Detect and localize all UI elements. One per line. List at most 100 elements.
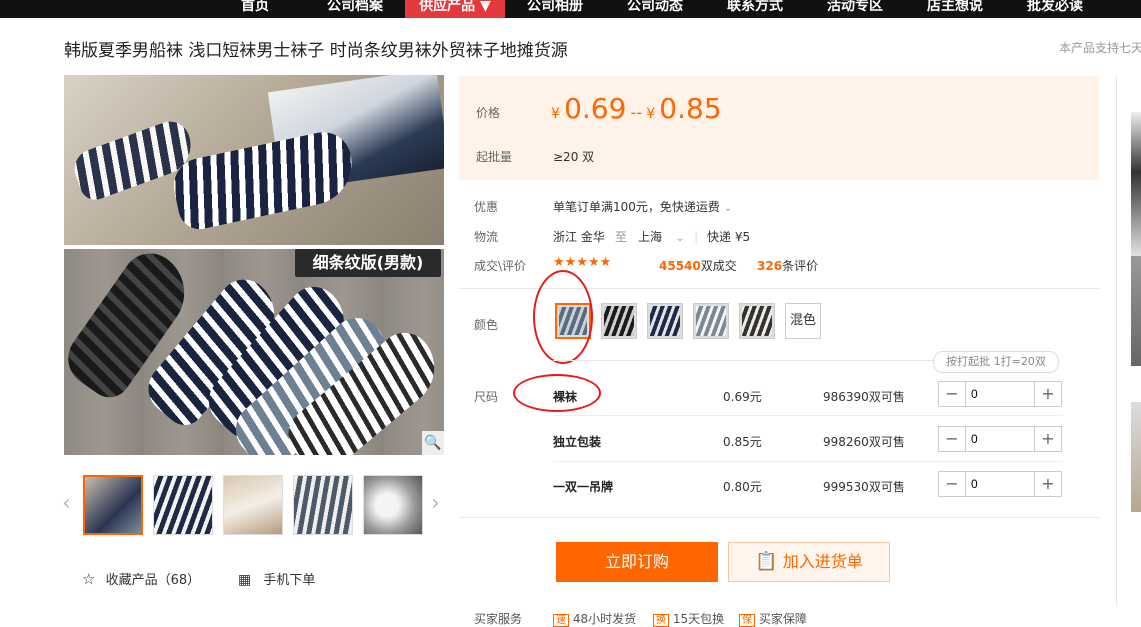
quantity-stepper[interactable]: − + — [938, 471, 1062, 497]
nav-products[interactable]: 供应产品 ▼ — [405, 0, 505, 18]
chevron-down-icon: ⌄ — [675, 233, 685, 244]
nav-promotions[interactable]: 活动专区 — [818, 0, 892, 18]
product-title: 韩版夏季男船袜 浅口短袜男士袜子 时尚条纹男袜外贸袜子地摊货源 — [64, 41, 568, 61]
thumbnail[interactable] — [153, 475, 213, 535]
moq-label: 起批量 — [476, 150, 513, 164]
recommend-thumbnail[interactable] — [1131, 112, 1141, 262]
promo-text: 单笔订单满100元，免快递运费 — [553, 200, 720, 214]
reviews-count: 326 — [757, 259, 783, 273]
rating-stars: ★★★★★ — [553, 255, 612, 270]
size-label: 尺码 — [474, 390, 499, 404]
thumbnail[interactable] — [83, 475, 143, 535]
quantity-input[interactable] — [967, 384, 1043, 404]
main-product-image[interactable]: 细条纹版(男款) 🔍 — [64, 75, 444, 455]
price-separator: -- — [630, 103, 643, 122]
size-name: 一双一吊牌 — [553, 480, 614, 494]
thumbnail[interactable] — [293, 475, 353, 535]
currency-symbol: ¥ — [551, 106, 560, 122]
thumb-next-icon[interactable]: › — [431, 491, 440, 516]
support-notice: 本产品支持七天 — [1059, 41, 1141, 55]
quantity-stepper[interactable]: − + — [938, 381, 1062, 407]
quantity-stepper[interactable]: − + — [938, 426, 1062, 452]
nav-company-profile[interactable]: 公司档案 — [318, 0, 392, 18]
shipping-method: 快递 ¥5 — [707, 230, 751, 244]
recommend-thumbnail[interactable] — [1131, 402, 1141, 512]
minus-button[interactable]: − — [939, 472, 966, 496]
clipboard-icon: 📋 — [755, 551, 778, 572]
nav-company-news[interactable]: 公司动态 — [618, 0, 692, 18]
reviews-link[interactable]: 326条评价 — [757, 257, 818, 274]
deals-label: 成交\评价 — [474, 259, 527, 273]
recommend-thumbnail[interactable] — [1131, 256, 1141, 366]
favorite-link[interactable]: ☆ 收藏产品（68） — [82, 569, 200, 588]
color-swatch[interactable] — [739, 303, 775, 339]
service-label: 买家服务 — [474, 612, 523, 626]
mobile-order-label: 手机下单 — [263, 573, 316, 588]
size-stock: 998260双可售 — [823, 435, 905, 449]
logistics-from: 浙江 金华 — [553, 230, 605, 244]
quantity-input[interactable] — [967, 474, 1043, 494]
nav-contact[interactable]: 联系方式 — [718, 0, 792, 18]
color-swatch[interactable] — [693, 303, 729, 339]
color-label: 颜色 — [474, 318, 499, 332]
destination-select[interactable]: 上海 ⌄ | — [638, 228, 698, 245]
minus-button[interactable]: − — [939, 427, 966, 451]
destination-value: 上海 — [638, 230, 663, 244]
mobile-order-link[interactable]: ▦ 手机下单 — [238, 569, 315, 588]
deals-unit: 双成交 — [700, 259, 737, 273]
service-item: 保 买家保障 — [739, 610, 807, 627]
color-swatch-mixed[interactable]: 混色 — [785, 303, 821, 339]
size-price: 0.69元 — [723, 390, 762, 404]
nav-company-album[interactable]: 公司相册 — [518, 0, 592, 18]
price-range: ¥ 0.69 -- ¥ 0.85 — [551, 92, 722, 125]
thumb-prev-icon[interactable]: ‹ — [62, 491, 71, 516]
logistics-to-word: 至 — [615, 230, 628, 244]
batch-hint: 按打起批 1打=20双 — [933, 351, 1059, 373]
promo-label: 优惠 — [474, 200, 499, 214]
nav-home[interactable]: 首页 — [230, 0, 280, 18]
divider — [459, 517, 1099, 518]
quantity-input[interactable] — [967, 429, 1043, 449]
plus-button[interactable]: + — [1034, 472, 1061, 496]
plus-button[interactable]: + — [1034, 427, 1061, 451]
price-high: 0.85 — [659, 92, 722, 125]
favorite-label: 收藏产品（68） — [105, 573, 201, 588]
nav-wholesale-guide[interactable]: 批发必读 — [1018, 0, 1092, 18]
add-to-cart-button[interactable]: 📋 加入进货单 — [728, 542, 890, 582]
annotation-circle — [513, 374, 601, 412]
color-swatch[interactable] — [647, 303, 683, 339]
photo-top — [64, 75, 444, 245]
size-price: 0.85元 — [723, 435, 762, 449]
plus-button[interactable]: + — [1034, 382, 1061, 406]
image-tag: 细条纹版(男款) — [295, 249, 441, 277]
zoom-icon[interactable]: 🔍 — [422, 431, 444, 455]
divider — [553, 360, 933, 361]
minus-button[interactable]: − — [939, 382, 966, 406]
price-label: 价格 — [476, 106, 501, 120]
service-item: 速 48小时发货 — [553, 610, 636, 627]
add-to-cart-label: 加入进货单 — [782, 552, 863, 571]
thumbnail[interactable] — [223, 475, 283, 535]
qrcode-icon: ▦ — [238, 572, 252, 588]
currency-symbol: ¥ — [646, 106, 656, 122]
price-panel: 价格 ¥ 0.69 -- ¥ 0.85 起批量 ≥20 双 — [459, 76, 1099, 180]
service-item: 换 15天包换 — [653, 610, 724, 627]
thumbnail[interactable] — [363, 475, 423, 535]
star-outline-icon: ☆ — [82, 570, 96, 588]
sock-image — [168, 127, 360, 233]
nav-owner-says[interactable]: 店主想说 — [918, 0, 992, 18]
size-stock: 999530双可售 — [823, 480, 905, 494]
recommend-column — [1116, 76, 1141, 606]
thumbnail-strip: ‹ › — [62, 475, 444, 537]
color-swatch[interactable] — [601, 303, 637, 339]
photo-bottom — [64, 242, 444, 455]
deals-count-link[interactable]: 45540双成交 — [659, 257, 737, 274]
annotation-circle — [533, 270, 593, 364]
promo-dropdown[interactable]: 单笔订单满100元，免快递运费 ⌄ — [553, 198, 732, 215]
deals-count: 45540 — [659, 259, 701, 273]
order-now-button[interactable]: 立即订购 — [556, 542, 718, 582]
logistics-label: 物流 — [474, 230, 499, 244]
moq-value: ≥20 双 — [553, 150, 595, 164]
reviews-unit: 条评价 — [782, 259, 819, 273]
price-low: 0.69 — [564, 92, 627, 125]
